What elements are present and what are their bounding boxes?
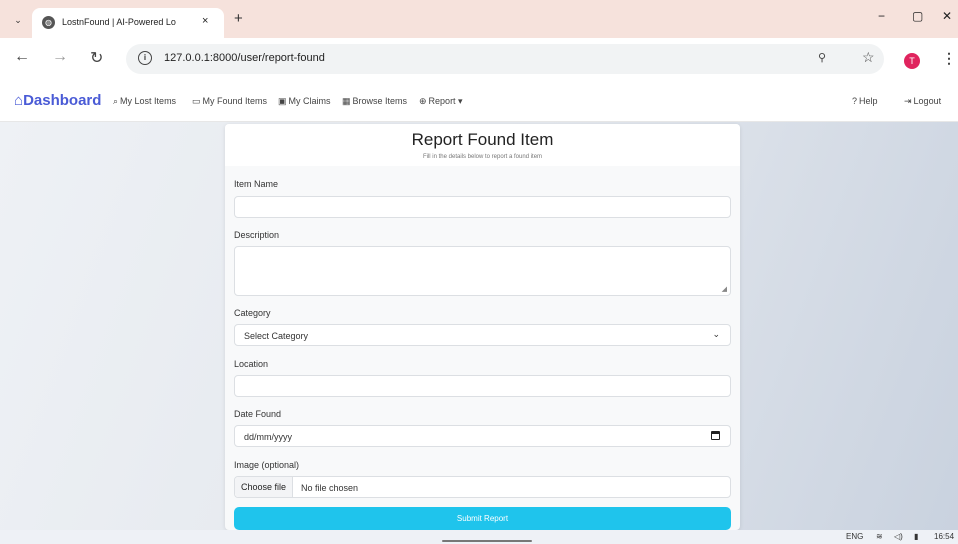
location-label: Location — [234, 359, 269, 369]
card-header: Report Found Item Fill in the details be… — [225, 124, 740, 166]
browser-tab-strip: ⌄ ◍ LostnFound | AI-Powered Lo × + − ▢ ✕ — [0, 0, 958, 38]
chevron-down-icon[interactable]: ⌄ — [10, 12, 26, 28]
close-window-button[interactable]: ✕ — [942, 9, 952, 23]
wifi-icon[interactable]: ≋ — [876, 532, 883, 541]
nav-label: Browse Items — [352, 96, 408, 106]
grid-icon: ▦ — [342, 96, 351, 106]
location-input[interactable] — [234, 375, 731, 397]
taskbar: ENG ≋ ◁) ▮ 16:54 — [0, 530, 958, 544]
nav-label: Logout — [913, 96, 942, 106]
category-label: Category — [234, 308, 271, 318]
search-icon: ⌕ — [113, 96, 119, 106]
inbox-icon: ▭ — [192, 96, 201, 106]
file-status: No file chosen — [301, 483, 359, 493]
description-textarea[interactable]: ◢ — [234, 246, 731, 296]
nav-help[interactable]: ? Help — [852, 96, 878, 106]
plus-circle-icon: ⊕ — [419, 96, 427, 106]
brand-label: Dashboard — [23, 92, 102, 109]
reload-icon[interactable]: ↻ — [90, 48, 103, 68]
category-value: Select Category — [244, 331, 309, 341]
browser-tab[interactable]: ◍ LostnFound | AI-Powered Lo × — [32, 8, 224, 38]
nav-label: My Found Items — [202, 96, 268, 106]
address-bar[interactable]: i 127.0.0.1:8000/user/report-found ⚲ ☆ — [126, 44, 884, 74]
logout-icon: ⇥ — [904, 96, 912, 106]
item-name-input[interactable] — [234, 196, 731, 218]
item-name-label: Item Name — [234, 179, 279, 189]
tab-title: LostnFound | AI-Powered Lo — [62, 17, 176, 27]
globe-icon: ◍ — [42, 16, 55, 29]
nav-my-claims[interactable]: ▣ My Claims — [278, 96, 331, 107]
nav-label: Report ▾ — [428, 96, 463, 106]
bookmark-star-icon[interactable]: ☆ — [862, 49, 875, 66]
nav-my-lost-items[interactable]: ⌕ My Lost Items — [113, 96, 176, 107]
nav-label: Help — [859, 96, 878, 106]
nav-report-dropdown[interactable]: ⊕ Report ▾ — [419, 96, 463, 107]
page-title: Report Found Item — [411, 130, 554, 149]
report-found-card: Report Found Item Fill in the details be… — [225, 124, 740, 530]
more-menu-icon[interactable]: ⋮ — [942, 50, 956, 67]
resize-handle-icon[interactable]: ◢ — [722, 285, 727, 293]
language-indicator[interactable]: ENG — [846, 532, 863, 541]
image-label: Image (optional) — [234, 460, 300, 470]
tab-close-button[interactable]: × — [202, 15, 208, 27]
chevron-down-icon: ⌄ — [712, 329, 720, 339]
site-info-icon[interactable]: i — [138, 51, 152, 65]
date-found-input[interactable]: dd/mm/yyyy — [234, 425, 731, 447]
minimize-button[interactable]: − — [878, 9, 885, 23]
nav-logout[interactable]: ⇥ Logout — [904, 96, 941, 107]
battery-icon[interactable]: ▮ — [914, 532, 918, 541]
volume-icon[interactable]: ◁) — [894, 532, 903, 541]
back-arrow-icon[interactable]: ← — [14, 48, 30, 66]
nav-label: My Lost Items — [120, 96, 177, 106]
dashboard-link[interactable]: ⌂Dashboard — [14, 92, 101, 109]
nav-label: My Claims — [288, 96, 331, 106]
restore-button[interactable]: ▢ — [912, 9, 923, 23]
nav-browse-items[interactable]: ▦ Browse Items — [342, 96, 407, 107]
nav-my-found-items[interactable]: ▭ My Found Items — [192, 96, 267, 107]
submit-report-button[interactable]: Submit Report — [234, 507, 731, 530]
profile-avatar[interactable]: T — [904, 53, 920, 69]
zoom-icon[interactable]: ⚲ — [818, 51, 826, 64]
clock-time[interactable]: 16:54 — [934, 532, 954, 541]
choose-file-button[interactable]: Choose file — [235, 477, 293, 497]
page-subtitle: Fill in the details below to report a fo… — [422, 154, 543, 160]
address-bar-row: ← → ↻ i 127.0.0.1:8000/user/report-found… — [0, 38, 958, 80]
url-text[interactable]: 127.0.0.1:8000/user/report-found — [164, 52, 325, 64]
date-placeholder: dd/mm/yyyy — [244, 432, 293, 442]
category-select[interactable]: Select Category ⌄ — [234, 324, 731, 346]
image-file-input[interactable]: Choose file No file chosen — [234, 476, 731, 498]
new-tab-button[interactable]: + — [234, 10, 243, 27]
description-label: Description — [234, 230, 280, 240]
app-navbar: ⌂Dashboard ⌕ My Lost Items ▭ My Found Item… — [0, 80, 958, 122]
help-icon: ? — [852, 96, 858, 106]
taskbar-handle[interactable] — [442, 540, 532, 542]
date-found-label: Date Found — [234, 409, 282, 419]
home-icon: ⌂ — [14, 92, 24, 109]
calendar-icon[interactable] — [711, 431, 720, 440]
clipboard-icon: ▣ — [278, 96, 287, 106]
forward-arrow-icon[interactable]: → — [52, 48, 68, 66]
